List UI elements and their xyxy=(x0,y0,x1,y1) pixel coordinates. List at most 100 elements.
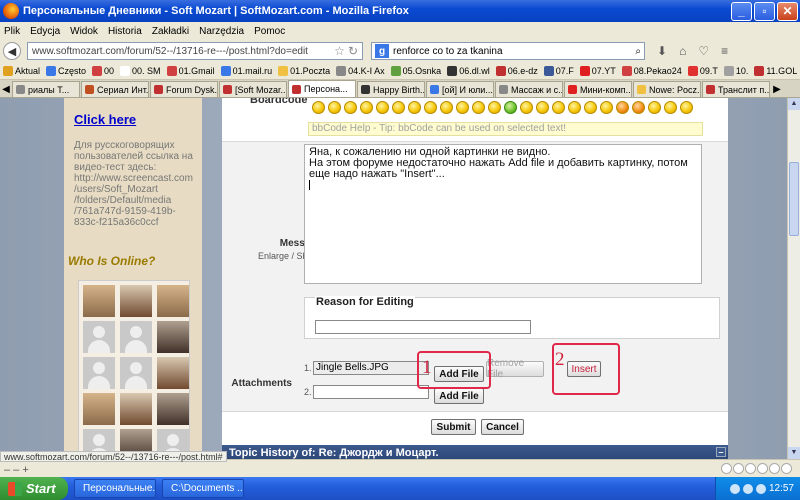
click-here-link[interactable]: Click here xyxy=(74,112,136,127)
browser-tab[interactable]: [ой] И юли... xyxy=(426,81,494,97)
smiley-icon[interactable] xyxy=(360,101,373,114)
bookmark-item[interactable]: 11.GOL xyxy=(754,65,797,76)
browser-tab[interactable]: Мини-комп... xyxy=(564,81,632,97)
smiley-icon[interactable] xyxy=(344,101,357,114)
browser-tab[interactable]: Nowe: Pocz... xyxy=(633,81,701,97)
smiley-icon[interactable] xyxy=(584,101,597,114)
bookmark-item[interactable]: 06.dl.wl xyxy=(447,65,490,76)
user-avatar[interactable] xyxy=(157,285,189,317)
close-button[interactable]: ✕ xyxy=(777,1,798,21)
bookmark-item[interactable]: 01.Gmail xyxy=(166,65,215,76)
bookmark-item[interactable]: Często xyxy=(46,65,86,76)
browser-tab[interactable]: [Soft Mozar... xyxy=(219,81,287,97)
google-icon[interactable]: g xyxy=(375,44,389,58)
bookmark-item[interactable]: 07.F xyxy=(543,65,574,76)
bookmark-item[interactable]: 08.Pekao24 xyxy=(621,65,682,76)
minimize-button[interactable]: _ xyxy=(731,1,752,21)
smiley-icon[interactable] xyxy=(408,101,421,114)
collapse-icon[interactable]: – xyxy=(716,447,726,457)
start-button[interactable]: Start xyxy=(0,477,68,500)
tray-icon[interactable] xyxy=(755,483,766,494)
address-bar[interactable]: www.softmozart.com/forum/52--/13716-re--… xyxy=(27,42,363,60)
smiley-icon[interactable] xyxy=(440,101,453,114)
smiley-icon[interactable] xyxy=(632,101,645,114)
attachment-2-field[interactable] xyxy=(313,385,429,399)
browser-tab[interactable]: Массаж и с... xyxy=(495,81,563,97)
home-icon[interactable]: ⌂ xyxy=(679,44,686,58)
back-button[interactable]: ◀ xyxy=(3,42,21,60)
menu-history[interactable]: Historia xyxy=(108,26,142,37)
bookmark-item[interactable]: 00 xyxy=(92,65,114,76)
smiley-icon[interactable] xyxy=(568,101,581,114)
user-avatar[interactable] xyxy=(120,393,152,425)
smiley-icon[interactable] xyxy=(488,101,501,114)
user-avatar[interactable] xyxy=(83,321,115,353)
cancel-button[interactable]: Cancel xyxy=(481,419,524,435)
scroll-up-icon[interactable]: ▲ xyxy=(788,98,800,110)
smiley-icon[interactable] xyxy=(472,101,485,114)
bookmark-item[interactable]: 01.mail.ru xyxy=(220,65,272,76)
tab-scroll-right-icon[interactable]: ▶ xyxy=(771,81,783,97)
tab-scroll-left-icon[interactable]: ◀ xyxy=(0,81,12,97)
reload-icon[interactable]: ↻ xyxy=(348,44,358,58)
remove-file-button[interactable]: Remove File xyxy=(486,358,544,380)
attachment-1-field[interactable]: Jingle Bells.JPG xyxy=(313,361,429,375)
menu-bookmarks[interactable]: Zakładki xyxy=(152,26,189,37)
bookmark-item[interactable]: 09.T xyxy=(687,65,718,76)
menu-edit[interactable]: Edycja xyxy=(30,26,60,37)
bookmark-item[interactable]: 00. SM xyxy=(120,65,161,76)
menu-view[interactable]: Widok xyxy=(70,26,98,37)
browser-tab[interactable]: Сериал Инт... xyxy=(81,81,149,97)
user-avatar[interactable] xyxy=(120,321,152,353)
bookmark-item[interactable]: 07.YT xyxy=(579,65,616,76)
smiley-icon[interactable] xyxy=(504,101,517,114)
vertical-scrollbar[interactable]: ▲ ▼ xyxy=(787,98,800,459)
smiley-icon[interactable] xyxy=(552,101,565,114)
smiley-icon[interactable] xyxy=(664,101,677,114)
menu-help[interactable]: Pomoc xyxy=(254,26,285,37)
bookmark-star-icon[interactable]: ☆ xyxy=(334,44,345,58)
smiley-icon[interactable] xyxy=(536,101,549,114)
browser-tab[interactable]: Транслит п... xyxy=(702,81,770,97)
taskbar-item-firefox[interactable]: Персональные... xyxy=(74,479,156,498)
user-avatar[interactable] xyxy=(157,357,189,389)
zoom-controls-icon[interactable]: – – + xyxy=(4,464,29,476)
browser-tab[interactable]: Персона... xyxy=(288,80,356,97)
user-avatar[interactable] xyxy=(120,357,152,389)
user-avatar[interactable] xyxy=(157,321,189,353)
browser-tab[interactable]: Forum Dysk... xyxy=(150,81,218,97)
browser-tab[interactable]: Happy Birth... xyxy=(357,81,425,97)
download-icon[interactable]: ⬇ xyxy=(657,44,667,58)
smiley-icon[interactable] xyxy=(312,101,325,114)
message-textarea[interactable]: Яна, к сожалению ни одной картинки не ви… xyxy=(304,144,702,284)
smiley-icon[interactable] xyxy=(376,101,389,114)
smiley-icon[interactable] xyxy=(456,101,469,114)
smiley-icon[interactable] xyxy=(648,101,661,114)
smiley-icon[interactable] xyxy=(680,101,693,114)
reason-input[interactable] xyxy=(315,320,531,334)
scroll-down-icon[interactable]: ▼ xyxy=(788,447,800,459)
bookmark-item[interactable]: 04.K-I Ax xyxy=(336,65,385,76)
search-icon[interactable]: ⌕ xyxy=(635,46,641,57)
bookmark-item[interactable]: 01.Poczta xyxy=(278,65,330,76)
tray-icon[interactable] xyxy=(742,483,753,494)
smiley-icon[interactable] xyxy=(616,101,629,114)
pocket-icon[interactable]: ♡ xyxy=(698,44,709,58)
bookmark-item[interactable]: 10. xyxy=(723,65,748,76)
smiley-icon[interactable] xyxy=(520,101,533,114)
submit-button[interactable]: Submit xyxy=(431,419,476,435)
browser-tab[interactable]: риалы Т... xyxy=(12,81,80,97)
menu-tools[interactable]: Narzędzia xyxy=(199,26,244,37)
user-avatar[interactable] xyxy=(157,393,189,425)
bookmark-item[interactable]: Aktual xyxy=(3,65,40,76)
scroll-thumb[interactable] xyxy=(789,162,799,236)
add-file-button-2[interactable]: Add File xyxy=(434,388,484,404)
bookmark-item[interactable]: 06.e-dz xyxy=(495,65,538,76)
smiley-icon[interactable] xyxy=(424,101,437,114)
smiley-icon[interactable] xyxy=(328,101,341,114)
smiley-icon[interactable] xyxy=(600,101,613,114)
taskbar-item-explorer[interactable]: C:\Documents ... xyxy=(162,479,244,498)
search-box[interactable]: g renforce co to za tkanina ⌕ xyxy=(371,42,645,60)
user-avatar[interactable] xyxy=(83,393,115,425)
menu-file[interactable]: Plik xyxy=(4,26,20,37)
